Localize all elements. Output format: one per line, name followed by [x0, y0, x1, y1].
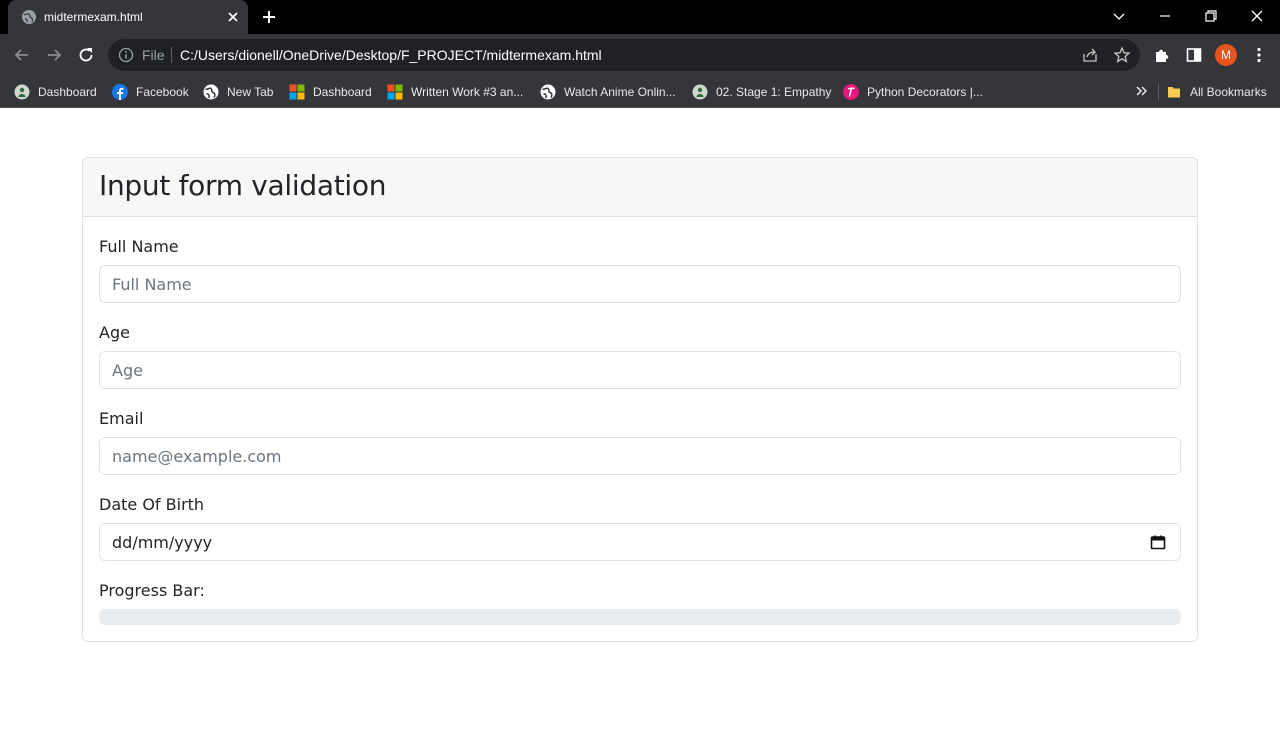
email-input[interactable] [112, 438, 1152, 474]
dob-field[interactable]: dd/mm/yyyy [99, 523, 1181, 561]
dob-label: Date Of Birth [99, 495, 205, 514]
full-name-label: Full Name [99, 237, 179, 256]
all-bookmarks-button[interactable]: All Bookmarks [1166, 82, 1267, 102]
share-icon[interactable] [1081, 46, 1099, 64]
progress-label: Progress Bar: [99, 581, 205, 600]
age-label: Age [99, 323, 130, 342]
bookmark-label: Written Work #3 an... [411, 85, 524, 99]
microsoft-icon [289, 84, 305, 100]
dob-value: dd/mm/yyyy [112, 533, 213, 552]
moodle-icon [14, 84, 30, 100]
bookmark-label: 02. Stage 1: Empathy [716, 85, 832, 99]
bookmark-item[interactable]: Watch Anime Onlin... [540, 82, 676, 102]
url-scheme: File [142, 47, 165, 63]
omnibox-divider [171, 47, 172, 63]
facebook-icon [112, 84, 128, 100]
restore-icon[interactable] [1201, 6, 1221, 26]
window-close-icon[interactable] [1247, 6, 1267, 26]
bookmark-label: Dashboard [38, 85, 97, 99]
card-header: Input form validation [83, 158, 1197, 217]
bookmark-item[interactable]: New Tab [203, 82, 273, 102]
tab-strip: midtermexam.html [0, 0, 1280, 34]
all-bookmarks-label: All Bookmarks [1190, 85, 1267, 99]
page-title: Input form validation [99, 169, 387, 202]
active-tab[interactable]: midtermexam.html [8, 0, 248, 34]
bookmark-label: Facebook [136, 85, 189, 99]
bookmarks-divider [1158, 84, 1159, 100]
profile-avatar[interactable]: M [1215, 44, 1237, 66]
forward-arrow-icon[interactable] [44, 45, 64, 65]
new-tab-plus-icon[interactable] [260, 8, 278, 26]
url-text[interactable]: C:/Users/dionell/OneDrive/Desktop/F_PROJ… [180, 47, 602, 63]
email-field[interactable] [99, 437, 1181, 475]
form-card: Input form validation Full Name Age Emai… [82, 157, 1198, 642]
tumblr-icon [843, 84, 859, 100]
full-name-field[interactable] [99, 265, 1181, 303]
bookmark-item[interactable]: Facebook [112, 82, 189, 102]
minimize-icon[interactable] [1155, 6, 1175, 26]
bookmark-label: New Tab [227, 85, 274, 99]
progress-bar [99, 609, 1181, 625]
bookmark-item[interactable]: Written Work #3 an... [387, 82, 523, 102]
calendar-icon[interactable] [1150, 534, 1166, 550]
moodle-icon [692, 84, 708, 100]
folder-icon [1168, 87, 1180, 98]
bookmark-item[interactable]: 02. Stage 1: Empathy [692, 82, 831, 102]
close-icon[interactable] [224, 8, 242, 26]
bookmarks-bar: Dashboard Facebook New Tab Dashboard Wri… [0, 76, 1280, 108]
bookmark-label: Python Decorators |... [867, 85, 983, 99]
globe-icon [22, 10, 36, 24]
globe-icon [203, 84, 219, 100]
side-panel-icon[interactable] [1185, 46, 1203, 64]
tab-title: midtermexam.html [44, 10, 143, 24]
age-field[interactable] [99, 351, 1181, 389]
tab-search-chevron-icon[interactable] [1109, 6, 1129, 26]
bookmark-item[interactable]: Dashboard [14, 82, 97, 102]
kebab-menu-icon[interactable] [1250, 46, 1268, 64]
bookmark-label: Dashboard [313, 85, 372, 99]
back-arrow-icon[interactable] [12, 45, 32, 65]
bookmark-star-icon[interactable] [1113, 46, 1131, 64]
address-bar[interactable]: File C:/Users/dionell/OneDrive/Desktop/F… [108, 39, 1140, 71]
full-name-input[interactable] [112, 266, 1152, 302]
age-input[interactable] [112, 352, 1152, 388]
browser-toolbar: File C:/Users/dionell/OneDrive/Desktop/F… [0, 34, 1280, 76]
microsoft-icon [387, 84, 403, 100]
bookmark-item[interactable]: Dashboard [289, 82, 372, 102]
info-icon[interactable] [118, 47, 134, 63]
chevron-double-right-icon[interactable] [1134, 83, 1150, 99]
bookmark-label: Watch Anime Onlin... [564, 85, 676, 99]
bookmark-item[interactable]: Python Decorators |... [843, 82, 983, 102]
globe-icon [540, 84, 556, 100]
reload-icon[interactable] [76, 45, 96, 65]
extensions-puzzle-icon[interactable] [1153, 46, 1171, 64]
email-label: Email [99, 409, 144, 428]
